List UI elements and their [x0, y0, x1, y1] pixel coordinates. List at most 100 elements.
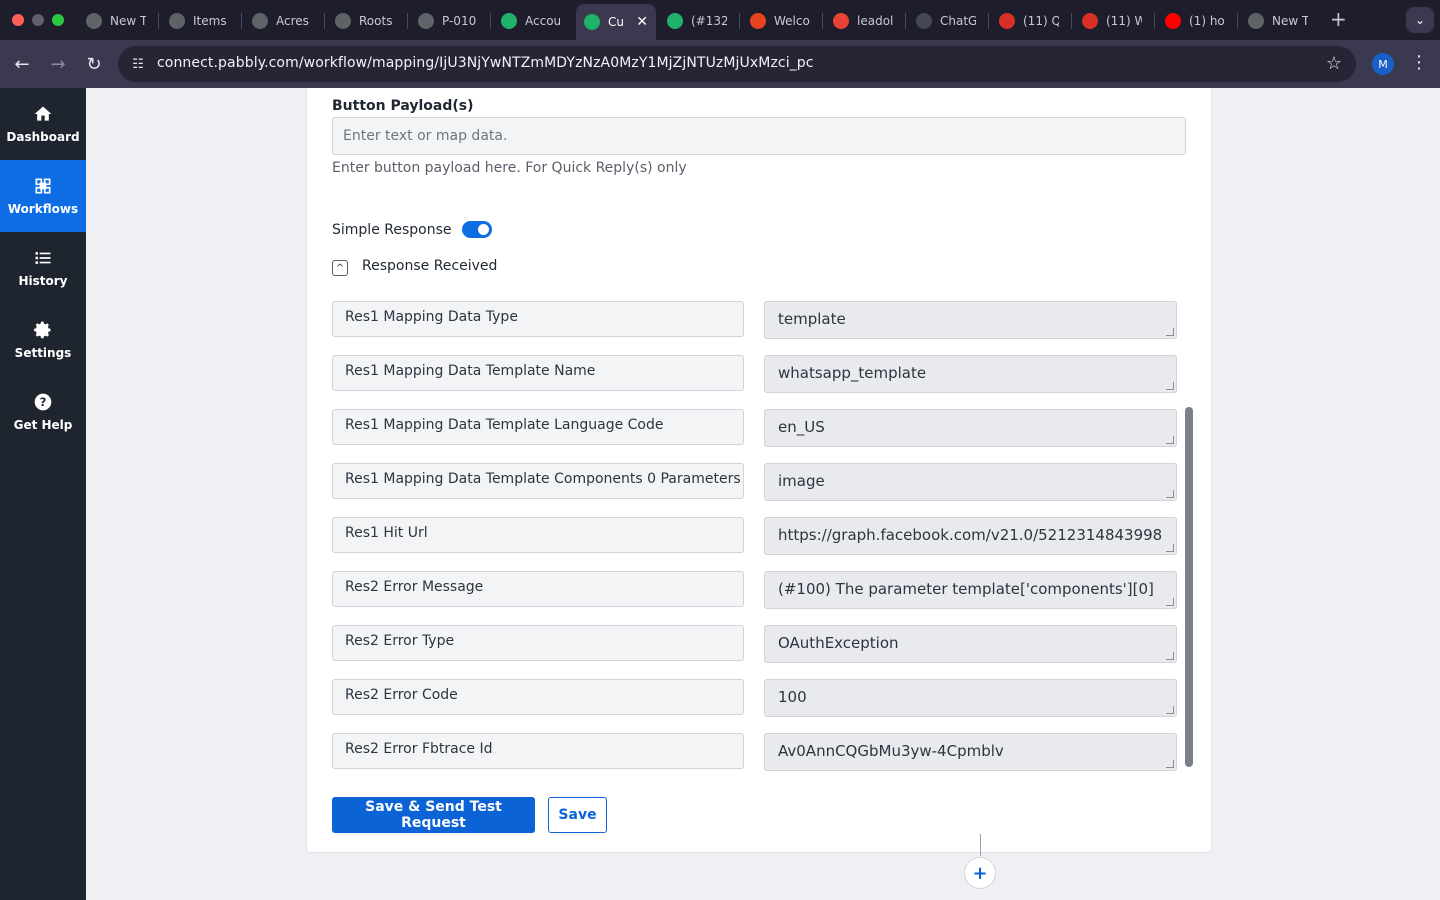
reload-icon[interactable]: ↻	[82, 52, 106, 76]
response-value-field[interactable]: OAuthException	[764, 625, 1177, 663]
browser-tab[interactable]: P-010	[410, 6, 486, 36]
browser-tab[interactable]: Acres	[244, 6, 320, 36]
response-row: Res2 Error Fbtrace Id Av0AnnCQGbMu3yw-4Cp…	[332, 733, 1184, 771]
response-value-field[interactable]: en_US	[764, 409, 1177, 447]
browser-tab[interactable]: Accou	[493, 6, 569, 36]
g-icon	[999, 13, 1015, 29]
browser-tab[interactable]: Roots	[327, 6, 403, 36]
tab-separator	[158, 13, 159, 29]
tab-search-button[interactable]: ⌄	[1406, 7, 1434, 33]
response-key-field[interactable]: Res1 Mapping Data Type	[332, 301, 744, 337]
sidebar-item-get-help[interactable]: ? Get Help	[0, 376, 86, 448]
site-info-icon[interactable]: ☷	[128, 54, 148, 74]
sidebar-item-workflows[interactable]: Workflows	[0, 160, 86, 232]
browser-tab[interactable]: Cu ✕	[576, 4, 656, 40]
bookmark-star-icon[interactable]: ☆	[1326, 53, 1342, 74]
browser-tab[interactable]: Welco	[742, 6, 818, 36]
response-key-field[interactable]: Res1 Mapping Data Template Language Code	[332, 409, 744, 445]
chrome-icon	[86, 13, 102, 29]
sidebar-item-dashboard[interactable]: Dashboard	[0, 88, 86, 160]
sidebar-item-label: Get Help	[13, 418, 73, 432]
response-key-field[interactable]: Res1 Mapping Data Template Components 0 …	[332, 463, 744, 499]
response-value-field[interactable]: image	[764, 463, 1177, 501]
response-row: Res1 Hit Url https://graph.facebook.com/v…	[332, 517, 1184, 555]
response-key-field[interactable]: Res1 Mapping Data Template Name	[332, 355, 744, 391]
home-icon	[34, 106, 52, 121]
minimize-window-dot[interactable]	[32, 14, 44, 26]
response-key-field[interactable]: Res2 Error Fbtrace Id	[332, 733, 744, 769]
tab-separator	[241, 13, 242, 29]
close-tab-icon[interactable]: ✕	[636, 14, 648, 30]
save-and-send-test-request-button[interactable]: Save & Send Test Request	[332, 797, 535, 833]
response-value-field[interactable]: whatsapp_template	[764, 355, 1177, 393]
sidebar-item-label: Settings	[14, 346, 72, 360]
address-bar[interactable]: ☷ connect.pabbly.com/workflow/mapping/Ij…	[118, 46, 1356, 82]
save-button[interactable]: Save	[548, 797, 607, 833]
response-key-field[interactable]: Res2 Error Code	[332, 679, 744, 715]
sidebar-item-label: Workflows	[7, 202, 79, 216]
response-key-field[interactable]: Res2 Error Message	[332, 571, 744, 607]
browser-tab-title: Cu	[608, 15, 624, 29]
step-connector-line	[980, 834, 981, 856]
browser-tab-title: (11) Q	[1023, 14, 1059, 28]
forward-icon[interactable]: →	[46, 52, 70, 76]
browser-tab-title: Acres	[276, 14, 309, 28]
button-payload-input[interactable]	[332, 117, 1186, 155]
question-icon: ?	[34, 393, 52, 411]
browser-tab[interactable]: ChatG	[908, 6, 984, 36]
simple-response-label: Simple Response	[332, 222, 452, 238]
url-text[interactable]: connect.pabbly.com/workflow/mapping/IjU3…	[157, 55, 814, 71]
drive-icon	[169, 13, 185, 29]
pabbly-icon	[501, 13, 517, 29]
response-key-field[interactable]: Res2 Error Type	[332, 625, 744, 661]
tab-separator	[1071, 13, 1072, 29]
browser-tab[interactable]: Items	[161, 6, 237, 36]
browser-tab-title: ChatG	[940, 14, 976, 28]
browser-tab-title: (#132	[691, 14, 727, 28]
browser-tab-title: P-010	[442, 14, 477, 28]
simple-response-toggle[interactable]	[462, 221, 492, 238]
response-value-field[interactable]: Av0AnnCQGbMu3yw-4Cpmblv	[764, 733, 1177, 771]
action-step-card: Button Payload(s) Enter button payload h…	[306, 88, 1212, 889]
browser-tab-title: Welco	[774, 14, 810, 28]
response-row: Res2 Error Code 100	[332, 679, 1184, 717]
new-tab-button[interactable]: +	[1330, 9, 1347, 29]
sidebar-item-settings[interactable]: Settings	[0, 304, 86, 376]
browser-tab-title: leadol	[857, 14, 893, 28]
close-window-dot[interactable]	[12, 14, 24, 26]
back-icon[interactable]: ←	[10, 52, 34, 76]
browser-tab[interactable]: (#132	[659, 6, 735, 36]
youtube-icon	[1165, 13, 1181, 29]
workflow-icon	[35, 178, 51, 194]
browser-tab[interactable]: (1) ho	[1157, 6, 1233, 36]
sidebar-item-history[interactable]: History	[0, 232, 86, 304]
browser-tab[interactable]: leadol	[825, 6, 901, 36]
tab-separator	[1237, 13, 1238, 29]
response-scrollbar-thumb[interactable]	[1185, 407, 1193, 767]
tab-separator	[822, 13, 823, 29]
browser-tab[interactable]: (11) Q	[991, 6, 1067, 36]
chevron-up-icon[interactable]: ^	[332, 260, 348, 276]
response-row: Res1 Mapping Data Type template	[332, 301, 1184, 339]
browser-tab[interactable]: New T	[1240, 6, 1316, 36]
response-value-field[interactable]: https://graph.facebook.com/v21.0/5212314…	[764, 517, 1177, 555]
drive-icon	[335, 13, 351, 29]
browser-tab[interactable]: New T	[78, 6, 154, 36]
add-step-plus-icon[interactable]: +	[964, 857, 996, 889]
browser-menu-icon[interactable]: ⋮	[1410, 52, 1428, 73]
browser-tab-title: (11) W	[1106, 14, 1142, 28]
tab-separator	[324, 13, 325, 29]
response-value-field[interactable]: 100	[764, 679, 1177, 717]
tab-separator	[739, 13, 740, 29]
maximize-window-dot[interactable]	[52, 14, 64, 26]
browser-tab[interactable]: (11) W	[1074, 6, 1150, 36]
profile-avatar[interactable]: M	[1372, 53, 1394, 75]
response-key-field[interactable]: Res1 Hit Url	[332, 517, 744, 553]
response-row: Res2 Error Type OAuthException	[332, 625, 1184, 663]
list-icon	[35, 252, 51, 264]
button-payload-help-text: Enter button payload here. For Quick Rep…	[332, 160, 687, 176]
tab-separator	[407, 13, 408, 29]
browser-tab-title: (1) ho	[1189, 14, 1225, 28]
response-value-field[interactable]: template	[764, 301, 1177, 339]
response-value-field[interactable]: (#100) The parameter template['component…	[764, 571, 1177, 609]
